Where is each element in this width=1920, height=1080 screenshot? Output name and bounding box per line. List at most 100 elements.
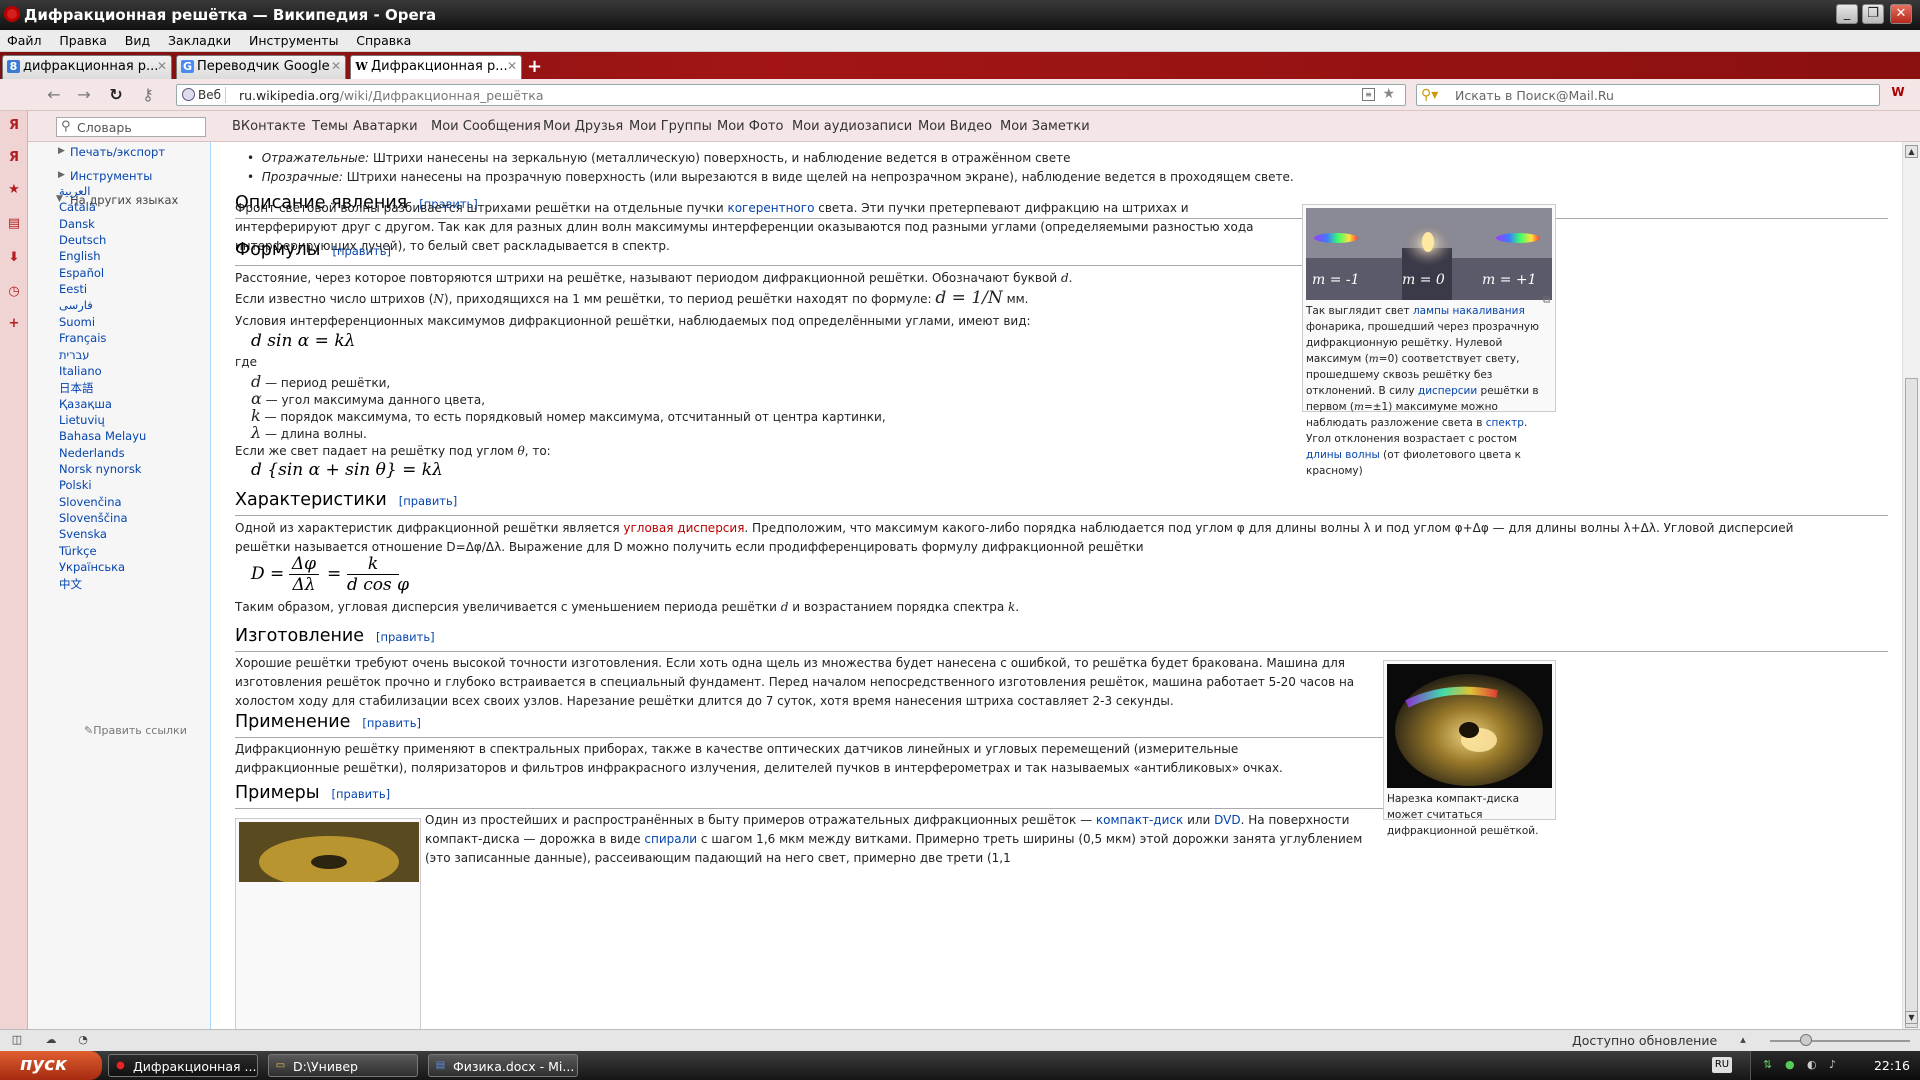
language-link[interactable]: עברית — [59, 348, 89, 362]
menu-help[interactable]: Справка — [349, 30, 418, 48]
new-tab-button[interactable]: + — [527, 56, 542, 77]
bookmark-item[interactable]: Аватарки — [353, 119, 418, 134]
language-link[interactable]: Slovenščina — [59, 511, 128, 525]
language-link[interactable]: Deutsch — [59, 233, 106, 247]
link-angular-dispersion[interactable]: угловая дисперсия — [623, 521, 744, 535]
language-link[interactable]: Dansk — [59, 217, 95, 231]
link-cd[interactable]: компакт-диск — [1096, 813, 1183, 827]
language-link[interactable]: Slovenčina — [59, 495, 122, 509]
bookmark-item[interactable]: Мои Фото — [717, 119, 783, 134]
bookmark-item[interactable]: Темы — [312, 119, 348, 134]
menu-file[interactable]: Файл — [0, 30, 49, 48]
opera-widget-icon[interactable]: W — [1888, 85, 1908, 105]
edit-link[interactable]: [править] — [399, 494, 458, 508]
language-link[interactable]: Català — [59, 200, 96, 214]
volume-icon[interactable]: ♪ — [1829, 1058, 1836, 1071]
close-button[interactable]: ✕ — [1890, 4, 1912, 24]
cd-closeup-image[interactable] — [1387, 664, 1552, 788]
network-icon[interactable]: ⇅ — [1763, 1058, 1772, 1071]
back-icon[interactable]: ← — [44, 85, 64, 105]
rss-icon[interactable]: ≡ — [1362, 88, 1375, 101]
menu-edit[interactable]: Правка — [52, 30, 114, 48]
menu-tools[interactable]: Инструменты — [242, 30, 345, 48]
scrollbar-thumb[interactable] — [1905, 378, 1918, 1028]
update-status[interactable]: Доступно обновление — [1572, 1033, 1717, 1048]
language-link[interactable]: Norsk nynorsk — [59, 462, 141, 476]
bookmark-item[interactable]: Мои Видео — [918, 119, 992, 134]
language-link[interactable]: 中文 — [59, 576, 82, 592]
url-field[interactable]: Веб ru.wikipedia.org/wiki/Дифракционная_… — [176, 84, 1406, 106]
example-thumbnail[interactable] — [235, 818, 421, 1029]
vertical-scrollbar[interactable]: ▲ ▼ — [1902, 142, 1920, 1029]
language-link[interactable]: English — [59, 249, 101, 263]
edit-links[interactable]: ✎Править ссылки — [84, 724, 187, 737]
search-engine-icon[interactable]: ⚲▾ — [1421, 87, 1438, 103]
language-link[interactable]: Polski — [59, 478, 92, 492]
language-link[interactable]: Español — [59, 266, 104, 280]
menu-bookmarks[interactable]: Закладки — [161, 30, 238, 48]
edit-link[interactable]: [править] — [362, 716, 421, 730]
language-link[interactable]: العربية — [59, 184, 90, 198]
bookmark-item[interactable]: ВКонтакте — [232, 119, 306, 134]
key-icon[interactable]: ⚷ — [138, 85, 158, 105]
view-menu-icon[interactable]: ▴ — [1736, 1033, 1750, 1047]
bookmarks-panel-icon[interactable]: ★ — [7, 183, 21, 197]
bookmark-item[interactable]: Мои Сообщения — [431, 119, 541, 134]
link-spiral[interactable]: спирали — [644, 832, 697, 846]
tab-yandex[interactable]: 8 дифракционная р... ✕ — [2, 55, 172, 79]
scroll-up-icon[interactable]: ▲ — [1905, 145, 1918, 158]
caption-link[interactable]: спектр — [1486, 417, 1524, 429]
diffraction-photo-image[interactable]: m = -1 m = 0 m = +1 — [1306, 208, 1552, 300]
task-word[interactable]: ▤ Физика.docx - Mi... — [428, 1054, 578, 1077]
caption-link[interactable]: длины волны — [1306, 449, 1380, 461]
language-link[interactable]: Українська — [59, 560, 125, 574]
tab-close-icon[interactable]: ✕ — [507, 59, 517, 73]
expand-arrow-icon[interactable]: ▶ — [58, 170, 65, 180]
history-panel-icon[interactable]: ◷ — [7, 285, 21, 299]
tab-translate[interactable]: G Переводчик Google ✕ — [176, 55, 346, 79]
menu-view[interactable]: Вид — [118, 30, 157, 48]
edit-link[interactable]: [править] — [332, 244, 391, 258]
url-text[interactable]: ru.wikipedia.org/wiki/Дифракционная_решё… — [239, 88, 543, 103]
panel-toggle-icon[interactable]: ◫ — [10, 1033, 24, 1047]
maximize-button[interactable]: ❐ — [1862, 4, 1884, 24]
bookmark-star-icon[interactable]: ★ — [1382, 86, 1395, 102]
edit-link[interactable]: [править] — [376, 630, 435, 644]
tray-app-icon[interactable]: ◐ — [1807, 1058, 1817, 1071]
reload-icon[interactable]: ↻ — [106, 85, 126, 105]
language-link[interactable]: Lietuvių — [59, 413, 105, 427]
tab-wikipedia[interactable]: W Дифракционная р... ✕ — [350, 55, 522, 79]
zoom-slider[interactable] — [1770, 1040, 1910, 1042]
notes-panel-icon[interactable]: ▤ — [7, 217, 21, 231]
language-link[interactable]: فارسی — [59, 298, 93, 312]
task-explorer[interactable]: ▭ D:\Универ — [268, 1054, 418, 1077]
caption-link[interactable]: лампы накаливания — [1413, 305, 1525, 317]
magnify-icon[interactable]: ⧉ — [1543, 293, 1550, 309]
dictionary-search-input[interactable]: ⚲ Словарь — [56, 117, 206, 137]
forward-icon[interactable]: → — [74, 85, 94, 105]
language-link[interactable]: 日本語 — [59, 380, 94, 396]
scroll-down-icon[interactable]: ▼ — [1905, 1011, 1918, 1024]
yandex-panel-icon[interactable]: Я — [7, 119, 21, 133]
sidebar-tools[interactable]: Инструменты — [70, 169, 152, 183]
link-dvd[interactable]: DVD — [1214, 813, 1240, 827]
bookmark-item[interactable]: Мои Заметки — [1000, 119, 1090, 134]
language-indicator[interactable]: RU — [1712, 1057, 1732, 1073]
edit-link[interactable]: [править] — [332, 787, 391, 801]
zoom-slider-knob[interactable] — [1800, 1034, 1812, 1046]
language-link[interactable]: Svenska — [59, 527, 107, 541]
task-opera[interactable]: ● Дифракционная ... — [108, 1054, 258, 1077]
minimize-button[interactable]: _ — [1836, 4, 1858, 24]
language-link[interactable]: Nederlands — [59, 446, 125, 460]
bookmark-item[interactable]: Мои Группы — [629, 119, 712, 134]
tab-close-icon[interactable]: ✕ — [157, 59, 167, 73]
yandex-panel-icon-2[interactable]: Я — [7, 151, 21, 165]
tray-app-icon[interactable]: ● — [1785, 1058, 1795, 1071]
search-input[interactable]: ⚲▾ Искать в Поиск@Mail.Ru — [1416, 84, 1880, 106]
language-link[interactable]: Türkçe — [59, 544, 97, 558]
add-panel-icon[interactable]: + — [7, 317, 21, 331]
language-link[interactable]: Bahasa Melayu — [59, 429, 146, 443]
language-link[interactable]: Italiano — [59, 364, 102, 378]
downloads-panel-icon[interactable]: ⬇ — [7, 251, 21, 265]
sidebar-print-export[interactable]: Печать/экспорт — [70, 145, 165, 159]
